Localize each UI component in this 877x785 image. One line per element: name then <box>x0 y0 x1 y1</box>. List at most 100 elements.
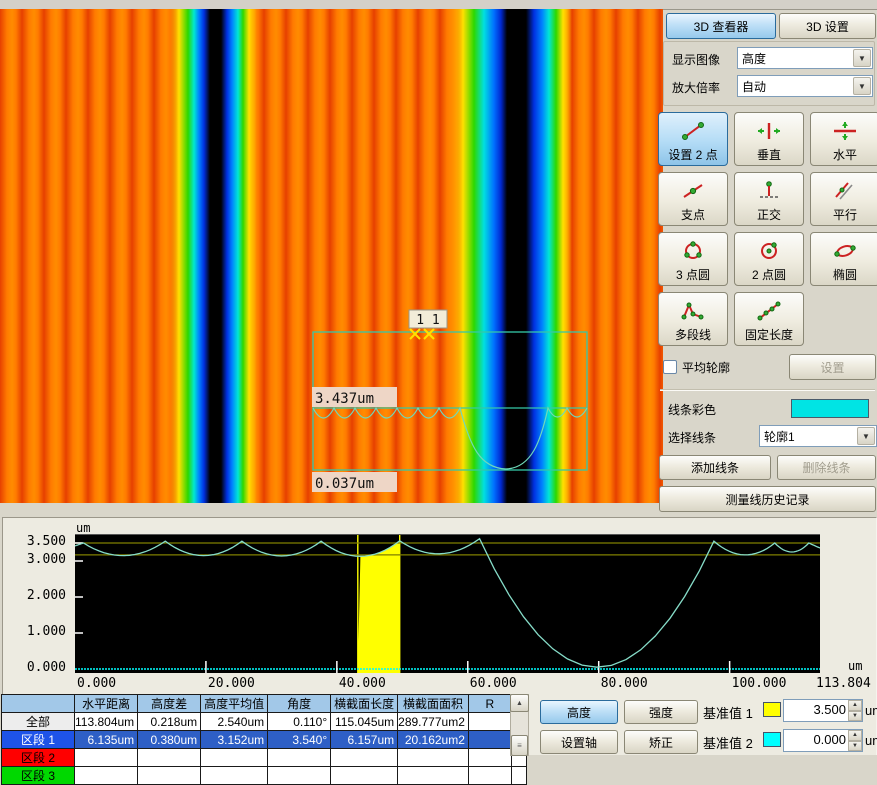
set-2-points-icon <box>679 113 707 149</box>
tool-label: 正交 <box>757 209 781 222</box>
tab-3d-viewer[interactable]: 3D 查看器 <box>666 13 776 39</box>
magnification-select[interactable]: 自动 ▼ <box>737 75 873 97</box>
table-cell: 6.135um <box>75 731 138 749</box>
tab-3d-settings[interactable]: 3D 设置 <box>779 13 876 39</box>
spin-up-icon[interactable]: ▲ <box>848 730 862 741</box>
table-header: 高度差 <box>138 695 201 713</box>
table-row[interactable]: 区段 3 <box>2 767 527 785</box>
measurement-table: 水平距离高度差高度平均值角度横截面长度横截面面积R注全部113.804um0.2… <box>1 694 527 785</box>
x-tick-label: 0.000 <box>77 676 116 691</box>
table-cell: 289.777um2 <box>398 713 469 731</box>
ref2-label: 基准值 2 <box>703 733 753 752</box>
table-cell <box>398 767 469 785</box>
horizontal-icon <box>831 113 859 149</box>
y-tick-label: 1.000 <box>4 624 66 639</box>
table-cell: 3.152um <box>201 731 268 749</box>
table-cell: 20.162um2 <box>398 731 469 749</box>
row-label[interactable]: 区段 3 <box>2 767 75 785</box>
line-color-swatch[interactable] <box>791 399 869 418</box>
intensity-mode-button[interactable]: 强度 <box>624 700 698 724</box>
table-header: 横截面面积 <box>398 695 469 713</box>
select-line-dropdown[interactable]: 轮廓1 ▼ <box>759 425 877 447</box>
x-tick-label: 113.804 <box>816 676 871 691</box>
table-cell: 0.110° <box>268 713 331 731</box>
row-label[interactable]: 区段 2 <box>2 749 75 767</box>
row-label[interactable]: 区段 1 <box>2 731 75 749</box>
fixed-length-icon <box>755 293 783 329</box>
scroll-up-icon[interactable]: ▲ <box>510 694 529 712</box>
marker-label: 1 1 <box>416 313 439 328</box>
tool-button-parallel[interactable]: 平行 <box>810 172 877 226</box>
table-header: 高度平均值 <box>201 695 268 713</box>
table-row[interactable]: 全部113.804um0.218um2.540um0.110°115.045um… <box>2 713 527 731</box>
ref2-value[interactable]: 0.000 <box>784 730 848 751</box>
table-cell <box>268 749 331 767</box>
table-cell <box>268 767 331 785</box>
tool-button-pivot[interactable]: 支点 <box>658 172 728 226</box>
average-profile-label: 平均轮廓 <box>682 359 730 376</box>
tool-button-orthogonal[interactable]: 正交 <box>734 172 804 226</box>
profile-chart[interactable] <box>75 534 820 673</box>
tool-label: 平行 <box>833 209 857 222</box>
row-label[interactable]: 全部 <box>2 713 75 731</box>
table-cell: 0.218um <box>138 713 201 731</box>
tool-button-set-2-points[interactable]: 设置 2 点 <box>658 112 728 166</box>
tool-label: 设置 2 点 <box>668 149 717 162</box>
tool-label: 水平 <box>833 149 857 162</box>
delete-line-button[interactable]: 删除线条 <box>777 455 876 480</box>
y-tick-label: 3.000 <box>4 552 66 567</box>
spin-down-icon[interactable]: ▼ <box>848 711 862 722</box>
x-tick-label: 40.000 <box>339 676 386 691</box>
chevron-down-icon[interactable]: ▼ <box>853 77 871 95</box>
table-header <box>2 695 75 713</box>
spin-down-icon[interactable]: ▼ <box>848 741 862 752</box>
table-cell <box>331 767 398 785</box>
table-cell: 2.540um <box>201 713 268 731</box>
correction-button[interactable]: 矫正 <box>624 730 698 754</box>
divider <box>660 389 875 391</box>
x-tick-label: 60.000 <box>470 676 517 691</box>
table-cell <box>511 767 526 785</box>
display-image-select[interactable]: 高度 ▼ <box>737 47 873 69</box>
select-line-label: 选择线条 <box>668 429 716 446</box>
circle-3pt-icon <box>679 233 707 269</box>
table-cell: 0.380um <box>138 731 201 749</box>
spin-up-icon[interactable]: ▲ <box>848 700 862 711</box>
tool-button-ellipse[interactable]: 椭圆 <box>810 232 877 286</box>
table-header: R <box>468 695 511 713</box>
tool-button-circle-3pt[interactable]: 3 点圆 <box>658 232 728 286</box>
measure-line-history-button[interactable]: 测量线历史记录 <box>659 486 876 512</box>
ref2-spinner[interactable]: 0.000 ▲▼ <box>783 729 863 752</box>
set-axis-button[interactable]: 设置轴 <box>540 730 618 754</box>
ref2-color-swatch[interactable] <box>763 732 781 747</box>
profile-settings-button[interactable]: 设置 <box>789 354 876 380</box>
average-profile-checkbox[interactable] <box>663 360 677 374</box>
ref2-unit: um <box>865 733 877 748</box>
tool-button-polyline[interactable]: 多段线 <box>658 292 728 346</box>
table-row[interactable]: 区段 16.135um0.380um3.152um3.540°6.157um20… <box>2 731 527 749</box>
circle-2pt-icon <box>755 233 783 269</box>
table-cell <box>201 767 268 785</box>
tool-button-fixed-length[interactable]: 固定长度 <box>734 292 804 346</box>
tool-button-vertical[interactable]: 垂直 <box>734 112 804 166</box>
tool-button-circle-2pt[interactable]: 2 点圆 <box>734 232 804 286</box>
chevron-down-icon[interactable]: ▼ <box>853 49 871 67</box>
table-row[interactable]: 区段 2 <box>2 749 527 767</box>
ref1-spinner[interactable]: 3.500 ▲▼ <box>783 699 863 722</box>
tool-button-horizontal[interactable]: 水平 <box>810 112 877 166</box>
ref1-color-swatch[interactable] <box>763 702 781 717</box>
table-cell <box>468 731 511 749</box>
ref1-value[interactable]: 3.500 <box>784 700 848 721</box>
table-cell <box>468 767 511 785</box>
scrollbar-thumb[interactable]: ≡ <box>511 735 528 756</box>
y-tick-label: 2.000 <box>4 588 66 603</box>
height-mode-button[interactable]: 高度 <box>540 700 618 724</box>
point-marker-x2[interactable] <box>424 329 434 339</box>
table-cell <box>398 749 469 767</box>
table-header: 横截面长度 <box>331 695 398 713</box>
point-marker-x1[interactable] <box>410 329 420 339</box>
measurement-overlay: 1 1 3.437um 0.037um <box>308 308 600 500</box>
add-line-button[interactable]: 添加线条 <box>659 455 771 480</box>
chevron-down-icon[interactable]: ▼ <box>857 427 875 445</box>
x-tick-label: 100.000 <box>732 676 787 691</box>
